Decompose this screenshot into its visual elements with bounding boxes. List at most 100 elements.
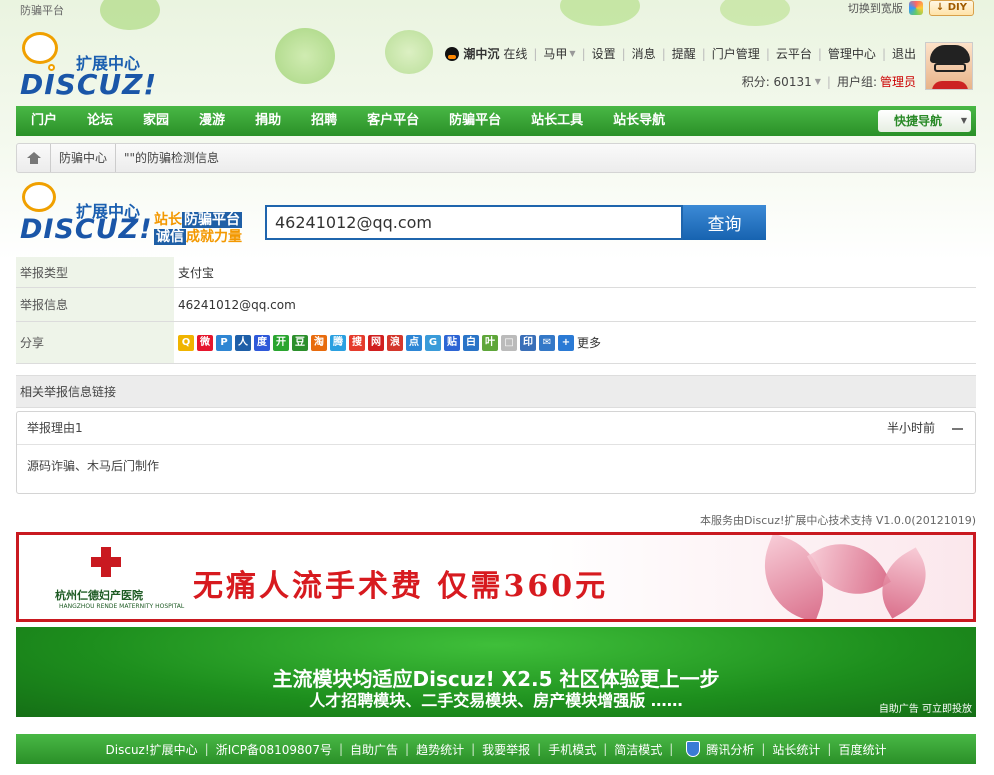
clover-decoration — [275, 28, 335, 84]
user-link-messages[interactable]: 消息 — [632, 45, 656, 62]
footer-link[interactable]: Discuz!扩展中心 — [106, 741, 198, 758]
nav-item-anti-fraud[interactable]: 防骗平台 — [434, 106, 516, 136]
user-link-notices[interactable]: 提醒 — [672, 45, 696, 62]
usergroup-label: 用户组: — [836, 75, 877, 89]
share-sina-icon[interactable]: 浪 — [387, 334, 403, 351]
promo-line-2: 人才招聘模块、二手交易模块、房产模块增强版 …… — [309, 691, 683, 710]
share-kaixin-icon[interactable]: 开 — [273, 334, 289, 351]
ad-headline: 无痛人流手术费 仅需360元 — [193, 569, 609, 604]
usergroup-value[interactable]: 管理员 — [880, 73, 916, 90]
user-link-cloud[interactable]: 云平台 — [776, 45, 812, 62]
share-print-icon[interactable]: 印 — [520, 334, 536, 351]
breadcrumb-home[interactable] — [17, 144, 51, 172]
nav-item-forum[interactable]: 论坛 — [72, 106, 128, 136]
share-baidu-icon[interactable]: 度 — [254, 334, 270, 351]
share-qzone-icon[interactable]: Q — [178, 334, 194, 351]
user-link-majia[interactable]: 马甲 — [543, 45, 567, 62]
report-info-label: 举报信息 — [16, 288, 174, 321]
report-type-label: 举报类型 — [16, 257, 174, 287]
anti-fraud-link[interactable]: 防骗平台 — [20, 2, 64, 18]
footer-link[interactable]: 腾讯分析 — [706, 741, 754, 758]
username-link[interactable]: 潮中沉 — [463, 45, 499, 62]
footer-link[interactable]: 我要举报 — [482, 741, 530, 758]
nav-item-portal[interactable]: 门户 — [16, 106, 72, 136]
share-douban-icon[interactable]: 豆 — [292, 334, 308, 351]
chevron-down-icon[interactable]: ▼ — [569, 49, 575, 58]
share-more-link[interactable]: 更多 — [577, 334, 601, 351]
quick-nav-label: 快捷导航 — [894, 114, 943, 128]
share-copy-icon[interactable]: □ — [501, 334, 517, 351]
divider: | — [701, 46, 706, 61]
nav-item-webmaster-nav[interactable]: 站长导航 — [598, 106, 680, 136]
nav-item-webmaster-tools[interactable]: 站长工具 — [516, 106, 598, 136]
palette-icon[interactable] — [908, 1, 923, 15]
breadcrumb-item[interactable]: 防骗中心 — [51, 144, 117, 172]
report-info-value: 46241012@qq.com — [178, 297, 296, 312]
footer-link[interactable]: 简洁模式 — [614, 741, 662, 758]
share-weibo-icon[interactable]: 微 — [197, 334, 213, 351]
main-nav: 门户 论坛 家园 漫游 捐助 招聘 客户平台 防骗平台 站长工具 站长导航 快捷… — [16, 106, 976, 136]
share-sohu-icon[interactable]: 搜 — [349, 334, 365, 351]
share-taobao-icon[interactable]: 淘 — [311, 334, 327, 351]
logo-bubble-icon — [22, 32, 58, 64]
divider: | — [761, 742, 766, 756]
breadcrumb: 防骗中心 ""的防骗检测信息 — [16, 143, 976, 173]
share-leaf-icon[interactable]: 叶 — [482, 334, 498, 351]
user-link-logout[interactable]: 退出 — [892, 45, 916, 62]
user-link-portal-admin[interactable]: 门户管理 — [712, 45, 760, 62]
footer-link[interactable]: 浙ICP备08109807号 — [216, 741, 332, 758]
share-label: 分享 — [16, 322, 174, 363]
quick-nav-button[interactable]: 快捷导航 ▼ — [878, 110, 971, 132]
divider: | — [827, 742, 832, 756]
points-link[interactable]: 积分: 60131 — [742, 73, 812, 90]
avatar[interactable] — [925, 42, 973, 90]
promo-ad-banner[interactable]: 主流模块均适应Discuz! X2.5 社区体验更上一步 人才招聘模块、二手交易… — [16, 627, 976, 717]
red-cross-icon — [91, 547, 121, 577]
user-link-admin-center[interactable]: 管理中心 — [828, 45, 876, 62]
divider: | — [765, 46, 770, 61]
self-service-ad-link[interactable]: 自助广告 可立即投放 — [879, 700, 972, 715]
share-baishehui-icon[interactable]: 白 — [463, 334, 479, 351]
nav-item-client-platform[interactable]: 客户平台 — [352, 106, 434, 136]
share-email-icon[interactable]: ✉ — [539, 334, 555, 351]
switch-width-link[interactable]: 切换到宽版 — [848, 0, 903, 16]
footer-link[interactable]: 站长统计 — [772, 741, 820, 758]
share-diandian-icon[interactable]: 点 — [406, 334, 422, 351]
divider: | — [405, 742, 410, 756]
divider: | — [881, 46, 886, 61]
footer-link[interactable]: 自助广告 — [350, 741, 398, 758]
divider: | — [533, 46, 538, 61]
security-shield-icon[interactable] — [686, 741, 701, 757]
diy-button[interactable]: ↓ DIY — [928, 0, 974, 16]
footer-link[interactable]: 手机模式 — [548, 741, 596, 758]
site-logo[interactable]: 扩展中心 DISCUZ! — [18, 30, 158, 101]
hospital-ad-banner[interactable]: 杭州仁德妇产医院 HANGZHOU RENDE MATERNITY HOSPIT… — [16, 532, 976, 622]
collapse-icon[interactable] — [952, 428, 963, 430]
divider: | — [581, 46, 586, 61]
qq-icon — [445, 46, 460, 61]
footer-link[interactable]: 百度统计 — [838, 741, 886, 758]
share-add-icon[interactable]: + — [558, 334, 574, 351]
search-input[interactable] — [265, 205, 683, 240]
user-link-settings[interactable]: 设置 — [592, 45, 616, 62]
anti-fraud-logo: 扩展中心 DISCUZ! — [18, 180, 156, 245]
share-tieba-icon[interactable]: 贴 — [444, 334, 460, 351]
chevron-down-icon[interactable]: ▼ — [815, 77, 821, 86]
search-button[interactable]: 查询 — [683, 205, 766, 240]
nav-item-roam[interactable]: 漫游 — [184, 106, 240, 136]
hospital-tagline: HANGZHOU RENDE MATERNITY HOSPITAL — [59, 603, 185, 610]
footer-link[interactable]: 趋势统计 — [416, 741, 464, 758]
nav-item-jobs[interactable]: 招聘 — [296, 106, 352, 136]
share-163-icon[interactable]: 网 — [368, 334, 384, 351]
share-google-icon[interactable]: G — [425, 334, 441, 351]
share-pengyou-icon[interactable]: P — [216, 334, 232, 351]
report-reason-card: 举报理由1 半小时前 源码诈骗、木马后门制作 — [16, 411, 976, 494]
nav-item-home[interactable]: 家园 — [128, 106, 184, 136]
share-renren-icon[interactable]: 人 — [235, 334, 251, 351]
user-info: 积分: 60131 ▼ | 用户组: 管理员 — [742, 73, 916, 90]
report-reason-title: 举报理由1 — [27, 421, 83, 435]
related-reports-header: 相关举报信息链接 — [16, 375, 976, 408]
share-tqq-icon[interactable]: 腾 — [330, 334, 346, 351]
table-row: 举报类型 支付宝 — [16, 257, 976, 288]
nav-item-donate[interactable]: 捐助 — [240, 106, 296, 136]
